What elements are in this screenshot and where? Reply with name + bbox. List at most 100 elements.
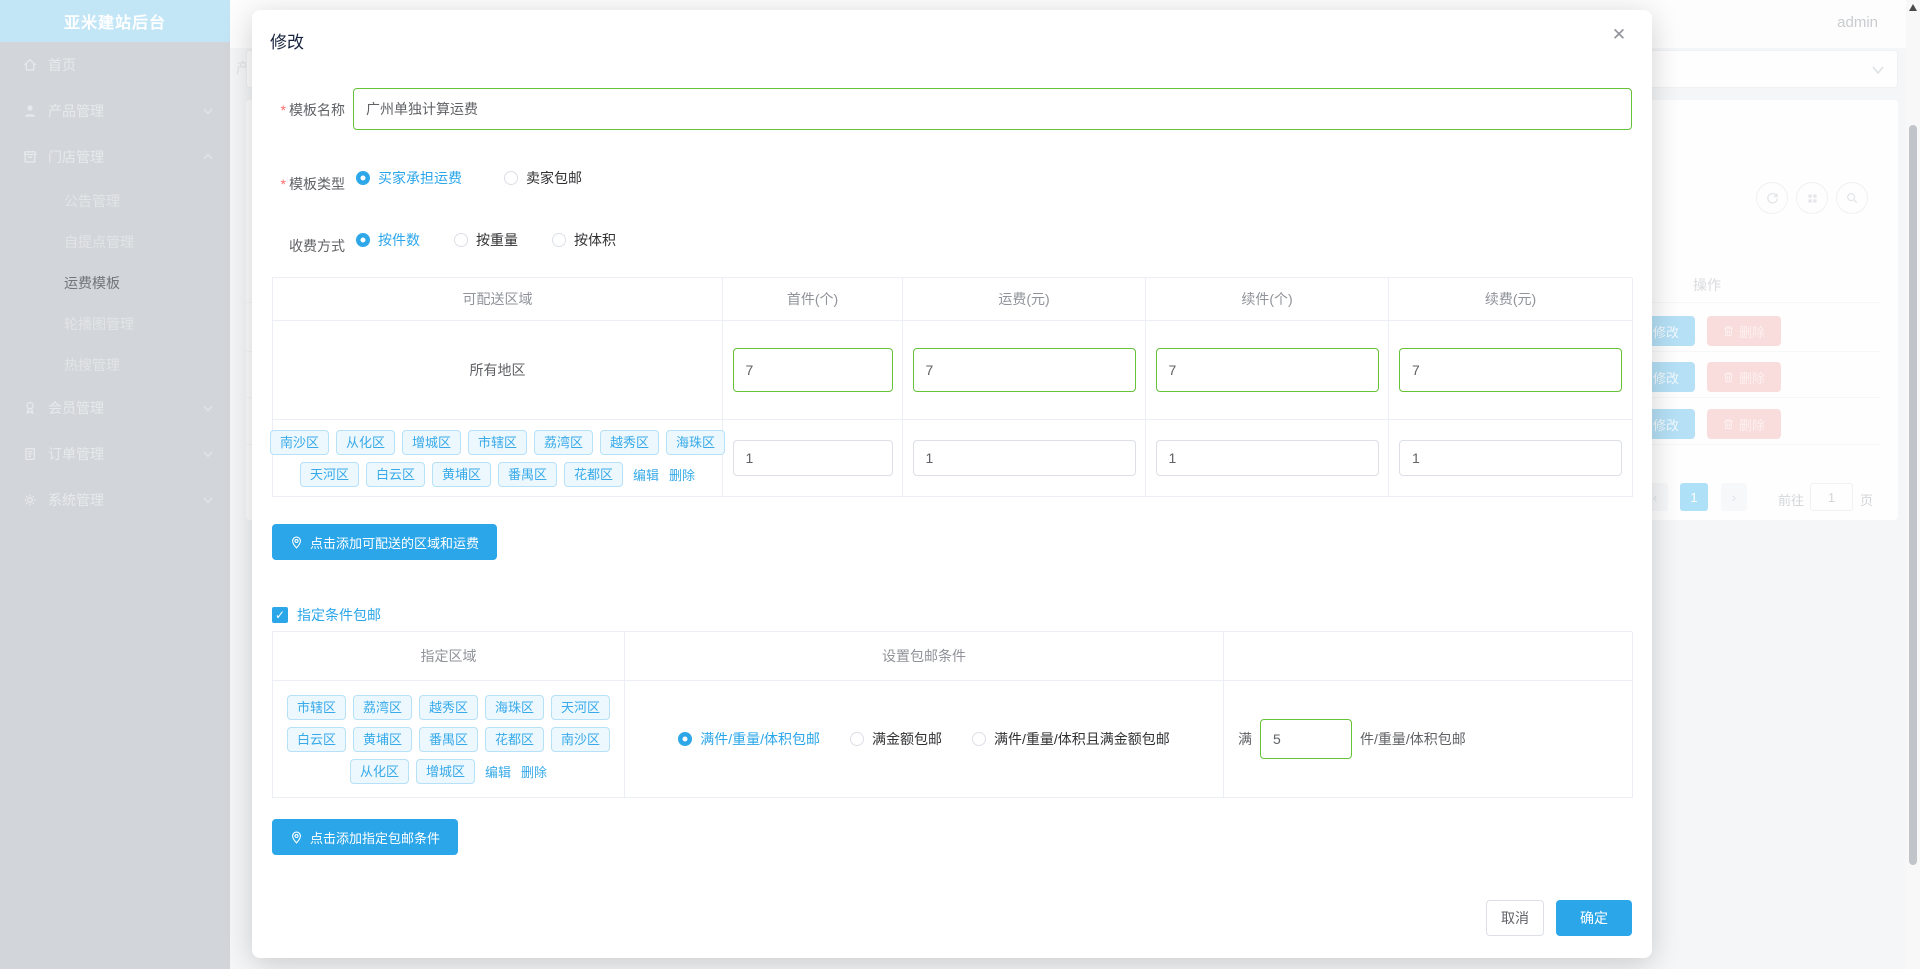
region-all: 所有地区: [273, 321, 723, 420]
medal-icon: [22, 400, 38, 416]
district-tag: 黄埔区: [431, 461, 491, 487]
sidebar-item-system[interactable]: 系统管理: [0, 477, 230, 523]
close-icon[interactable]: ✕: [1608, 24, 1630, 46]
district-tag: 天河区: [551, 694, 611, 720]
first-piece-input[interactable]: [732, 348, 893, 392]
threshold-prefix: 满: [1238, 731, 1252, 747]
sidebar-item-carousel[interactable]: 轮播图管理: [0, 303, 230, 344]
district-tag: 番禺区: [418, 726, 478, 752]
fee-col-additional-fee: 续费(元): [1389, 278, 1633, 321]
threshold-input[interactable]: [1260, 719, 1352, 759]
location-pin-icon: [292, 831, 301, 844]
vertical-scrollbar[interactable]: [1906, 0, 1920, 969]
sidebar-item-home[interactable]: 首页: [0, 42, 230, 88]
checkbox-checked-icon: ✓: [272, 607, 288, 623]
cancel-button[interactable]: 取消: [1486, 900, 1544, 936]
district-tag: 黄埔区: [352, 726, 412, 752]
order-icon: [22, 446, 38, 462]
radio-buyer-pays[interactable]: 买家承担运费: [356, 168, 462, 188]
district-tag: 海珠区: [666, 429, 726, 455]
search-icon[interactable]: [1836, 182, 1868, 214]
additional-piece-input[interactable]: [1155, 440, 1379, 476]
app-logo: 亚米建站后台: [0, 0, 230, 42]
district-tag: 花都区: [564, 461, 624, 487]
radio-free-by-both[interactable]: 满件/重量/体积且满金额包邮: [972, 729, 1170, 749]
sidebar-item-hot-search[interactable]: 热搜管理: [0, 344, 230, 385]
chevron-down-icon: [202, 448, 214, 460]
fee-table: 可配送区域 首件(个) 运费(元) 续件(个) 续费(元) 所有地区 南沙区从化…: [269, 277, 1633, 497]
pagination-next[interactable]: ›: [1721, 483, 1747, 511]
chevron-down-icon: [202, 494, 214, 506]
radio-by-volume[interactable]: 按体积: [552, 230, 616, 250]
sidebar-item-pickup-points[interactable]: 自提点管理: [0, 221, 230, 262]
edit-regions-link[interactable]: 编辑: [633, 465, 659, 484]
app-title: 亚米建站后台: [63, 15, 166, 32]
district-tag: 从化区: [335, 429, 395, 455]
dialog-title: 修改: [270, 33, 304, 52]
radio-free-by-money[interactable]: 满金额包邮: [850, 729, 942, 749]
confirm-button[interactable]: 确定: [1556, 900, 1632, 936]
chevron-down-icon: [1871, 64, 1885, 76]
additional-fee-input[interactable]: [1399, 440, 1622, 476]
location-pin-icon: [292, 536, 301, 549]
edit-condition-regions-link[interactable]: 编辑: [485, 762, 511, 781]
template-type-label: 模板类型: [289, 176, 345, 192]
delete-regions-link[interactable]: 删除: [669, 465, 695, 484]
grid-icon[interactable]: [1796, 182, 1828, 214]
condition-table: 指定区域 设置包邮条件 市辖区 荔湾区 越秀区 海珠区 天河区 白云区 黄埔区 番禺区 花都区…: [272, 631, 1633, 798]
additional-piece-input[interactable]: [1155, 348, 1379, 392]
add-region-button[interactable]: 点击添加可配送的区域和运费: [272, 524, 498, 560]
fee-input[interactable]: [912, 348, 1136, 392]
district-tag: 市辖区: [468, 429, 528, 455]
cond-col-region: 指定区域: [273, 632, 625, 681]
first-piece-input[interactable]: [732, 440, 893, 476]
radio-by-weight[interactable]: 按重量: [454, 230, 518, 250]
fee-col-additional: 续件(个): [1146, 278, 1389, 321]
refresh-icon[interactable]: [1756, 182, 1788, 214]
fee-col-first: 首件(个): [723, 278, 903, 321]
district-tag: 白云区: [365, 461, 425, 487]
template-name-input[interactable]: [353, 88, 1632, 130]
district-tag: 南沙区: [269, 429, 329, 455]
threshold-suffix: 件/重量/体积包邮: [1360, 731, 1466, 747]
fee-col-region: 可配送区域: [273, 278, 723, 321]
pagination-unit-label: 页: [1860, 493, 1874, 508]
user-menu[interactable]: admin: [1837, 14, 1878, 31]
row-delete-button[interactable]: 删除: [1707, 316, 1781, 346]
row-delete-button[interactable]: 删除: [1707, 362, 1781, 392]
radio-by-piece[interactable]: 按件数: [356, 230, 420, 250]
add-condition-button[interactable]: 点击添加指定包邮条件: [272, 819, 459, 855]
scrollbar-up-arrow[interactable]: [1909, 4, 1917, 11]
sidebar-item-shipping-templates[interactable]: 运费模板: [0, 262, 230, 303]
scrollbar-thumb[interactable]: [1909, 125, 1917, 865]
sidebar-item-announcements[interactable]: 公告管理: [0, 180, 230, 221]
sidebar: 亚米建站后台 首页 产品管理 门店管理 公告管理 自提点管理 运费模板 轮播图管…: [0, 0, 230, 969]
chevron-down-icon: [202, 105, 214, 117]
trash-icon: [1723, 326, 1734, 337]
sidebar-item-orders[interactable]: 订单管理: [0, 431, 230, 477]
district-tag: 番禺区: [497, 461, 557, 487]
home-icon: [22, 57, 38, 73]
sidebar-item-products[interactable]: 产品管理: [0, 88, 230, 134]
district-tag: 海珠区: [485, 694, 545, 720]
district-tag: 荔湾区: [352, 694, 412, 720]
district-tag: 越秀区: [418, 694, 478, 720]
district-tag: 市辖区: [286, 694, 346, 720]
trash-icon: [1723, 419, 1734, 430]
pagination-goto-input[interactable]: [1810, 483, 1853, 511]
delete-condition-regions-link[interactable]: 删除: [521, 762, 547, 781]
district-tag: 天河区: [299, 461, 359, 487]
radio-seller-free[interactable]: 卖家包邮: [504, 168, 582, 188]
additional-fee-input[interactable]: [1399, 348, 1622, 392]
sidebar-item-store[interactable]: 门店管理: [0, 134, 230, 180]
shop-icon: [22, 149, 38, 165]
cond-col-blank: [1224, 632, 1633, 681]
radio-free-by-amount-count[interactable]: 满件/重量/体积包邮: [678, 729, 820, 749]
free-shipping-checkbox[interactable]: ✓ 指定条件包邮: [272, 605, 381, 625]
trash-icon: [1723, 372, 1734, 383]
row-delete-button[interactable]: 删除: [1707, 409, 1781, 439]
fee-input[interactable]: [912, 440, 1136, 476]
sidebar-item-members[interactable]: 会员管理: [0, 385, 230, 431]
pagination-page-1[interactable]: 1: [1680, 483, 1708, 511]
district-tag: 增城区: [401, 429, 461, 455]
